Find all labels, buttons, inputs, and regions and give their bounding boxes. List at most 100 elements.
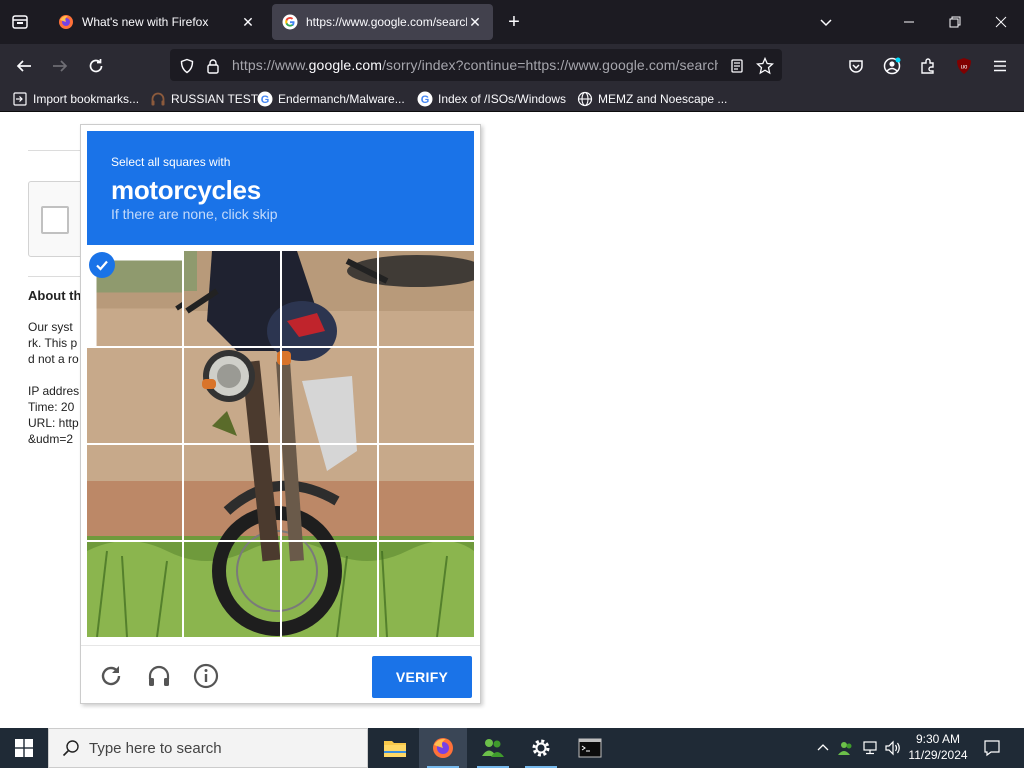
reload-icon[interactable] [82,52,110,80]
account-icon[interactable] [878,52,906,80]
hamburger-menu-icon[interactable] [986,52,1014,80]
firefox-view-icon[interactable] [8,10,32,34]
reload-icon[interactable] [97,662,125,690]
url-bar[interactable]: https://www.google.com/sorry/index?conti… [170,49,782,81]
divider [28,276,80,277]
taskbar: Type here to search 9:30 AM 11/29/2024 [0,728,1024,768]
body-text: Time: 20 [28,400,75,414]
captcha-tile-image [184,445,280,540]
bookmark-label: MEMZ and Noescape ... [598,92,728,106]
bookmark-memz[interactable]: MEMZ and Noescape ... [577,90,727,108]
bookmark-label: Endermanch/Malware... [278,92,405,106]
network-icon[interactable] [861,728,881,768]
search-placeholder: Type here to search [89,739,222,757]
url-text[interactable]: https://www.google.com/sorry/index?conti… [232,57,718,75]
notifications-icon[interactable] [978,728,1006,768]
captcha-tile[interactable] [184,348,280,443]
pocket-icon[interactable] [842,52,870,80]
captcha-tile-image [87,445,183,540]
restore-button[interactable] [932,0,978,44]
reader-view-icon[interactable] [728,57,746,75]
tab-google[interactable]: https://www.google.com/search ✕ [272,4,493,40]
firefox-icon [58,14,74,30]
bookmark-russian-test[interactable]: RUSSIAN TEST [150,90,258,108]
captcha-tile[interactable] [281,348,377,443]
recaptcha-checkbox[interactable] [41,206,69,234]
close-window-button[interactable] [978,0,1024,44]
captcha-tile[interactable] [184,445,280,540]
google-icon [282,14,298,30]
bookmark-import[interactable]: Import bookmarks... [12,90,139,108]
tab-title: https://www.google.com/search [306,15,467,29]
windows-start-icon[interactable] [0,728,48,768]
captcha-tile[interactable] [184,542,280,637]
captcha-tile-image [87,348,183,443]
system-clock[interactable]: 9:30 AM 11/29/2024 [904,731,972,763]
close-icon[interactable]: ✕ [240,14,256,30]
minimize-button[interactable] [886,0,932,44]
people-tray-icon[interactable] [836,728,856,768]
body-text: Our syst [28,320,73,334]
captcha-tile-image [281,445,377,540]
verify-button[interactable]: VERIFY [372,656,472,698]
captcha-tile-image [281,251,377,346]
svg-text:G: G [421,94,430,106]
captcha-tile[interactable] [281,445,377,540]
captcha-tile-image [87,542,183,637]
body-text: d not a ro [28,352,79,366]
chevron-down-icon[interactable] [816,12,836,32]
taskbar-search-box[interactable]: Type here to search [48,728,368,768]
lock-icon[interactable] [204,57,222,75]
tab-whats-new[interactable]: What's new with Firefox ✕ [48,4,266,40]
forward-arrow-icon[interactable] [46,52,74,80]
body-text: &udm=2 [28,432,74,446]
chevron-up-icon[interactable] [814,728,832,768]
bookmark-endermanch[interactable]: G Endermanch/Malware... [257,90,405,108]
ublock-origin-icon[interactable]: uo [950,52,978,80]
captcha-tile[interactable] [378,542,474,637]
about-heading: About th [28,288,82,303]
captcha-tile[interactable] [184,251,280,346]
people-app-icon[interactable] [469,728,517,768]
volume-icon[interactable] [883,728,903,768]
globe-icon [577,91,593,107]
captcha-tile[interactable] [87,445,183,540]
bookmark-index-isos[interactable]: G Index of /ISOs/Windows [417,90,566,108]
back-arrow-icon[interactable] [10,52,38,80]
captcha-tile-image [378,348,474,443]
captcha-tile[interactable] [378,348,474,443]
captcha-tile-image [281,542,377,637]
google-icon: G [417,91,433,107]
captcha-tile-image [378,542,474,637]
file-explorer-icon[interactable] [371,728,419,768]
captcha-tile[interactable] [378,445,474,540]
import-icon [12,91,28,107]
captcha-tile[interactable] [281,542,377,637]
clock-time: 9:30 AM [915,732,961,746]
firefox-taskbar-icon[interactable] [419,728,467,768]
captcha-tile[interactable] [87,348,183,443]
captcha-header: Select all squares with motorcycles If t… [87,131,474,245]
extensions-icon[interactable] [914,52,942,80]
divider [28,150,80,151]
close-icon[interactable]: ✕ [467,14,483,30]
new-tab-button[interactable]: + [504,12,524,32]
shield-icon[interactable] [178,57,196,75]
clock-date: 11/29/2024 [908,748,968,762]
captcha-tile[interactable] [87,251,183,346]
search-icon [59,736,83,760]
info-icon[interactable] [192,662,220,690]
captcha-tile[interactable] [281,251,377,346]
checkmark-icon [89,252,115,278]
ublock-badge-text: uo [961,65,968,71]
google-icon: G [257,91,273,107]
captcha-image-grid [87,251,474,637]
captcha-tile-image [378,251,474,346]
terminal-icon[interactable] [566,728,614,768]
settings-gear-icon[interactable] [517,728,565,768]
tab-title: What's new with Firefox [82,15,209,29]
captcha-tile[interactable] [378,251,474,346]
captcha-tile[interactable] [87,542,183,637]
headphones-icon[interactable] [145,662,173,690]
star-icon[interactable] [756,57,774,75]
